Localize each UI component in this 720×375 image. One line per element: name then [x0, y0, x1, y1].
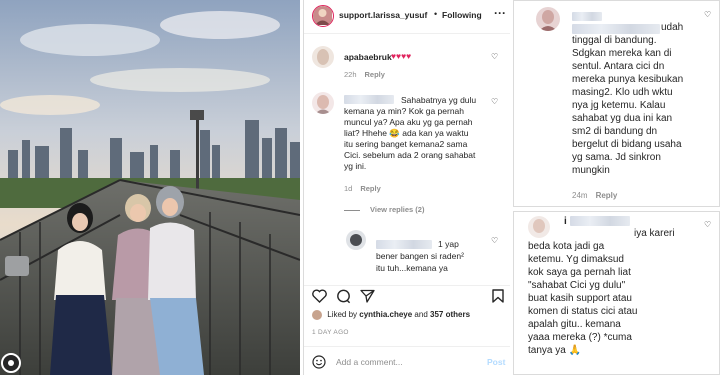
comment-text-line: Sdgkan mereka kan di	[572, 48, 672, 59]
commenter-username-initial[interactable]: i	[564, 215, 567, 228]
comment-text-line: masing2. Klo udh wktu	[572, 87, 673, 98]
comment-username[interactable]: apabaebruk	[344, 52, 392, 62]
comment-text-line: mungkin	[572, 165, 610, 176]
comment-text-line: nya jg ketemu. Kalau	[572, 100, 666, 111]
commenter-avatar[interactable]	[528, 216, 550, 238]
comment-panel: support.larissa_yusuf • Following ··· ap…	[303, 0, 510, 375]
liked-by-user[interactable]: cynthia.cheye	[359, 310, 412, 319]
comment-text-line: muncul ya? Apa aku yg ga pernah	[344, 117, 473, 127]
comment-bubble-icon[interactable]	[336, 289, 351, 306]
post-button[interactable]: Post	[487, 357, 505, 367]
comment-text-line: kemana ya min? Kok ga pernah	[344, 106, 465, 116]
paper-plane-icon[interactable]	[360, 289, 375, 305]
comment-text-line: itu sering banget kemana2 sama	[344, 139, 468, 149]
reply-button[interactable]: Reply	[365, 70, 385, 79]
comment-text-line: sentul. Antara cici dn	[572, 61, 665, 72]
following-button[interactable]: Following	[442, 10, 482, 20]
view-replies-divider	[344, 209, 360, 211]
commenter-avatar[interactable]	[536, 7, 560, 31]
comment-text-line: bergelut di bidang usaha	[572, 139, 682, 150]
post-date: 1 DAY AGO	[312, 329, 349, 336]
comment-text-line: Cici. sebelum ada 2 orang sahabat	[344, 150, 476, 160]
emoji-icon[interactable]	[312, 355, 326, 371]
comment-text-line: udah	[661, 22, 684, 33]
comment-text-line: tanya ya 🙏	[528, 345, 582, 356]
view-replies-label: View replies (2)	[370, 205, 425, 214]
comment-text-line: kok saya ga pernah liat	[528, 267, 631, 278]
heart-outline-icon[interactable]	[312, 289, 327, 305]
comment-text-line: buat kasih support atau	[528, 293, 632, 304]
comment-crop-bottom: i ♡ iya kareri beda kota jadi ga ketemu.…	[513, 211, 720, 375]
comment-text-line: yaaa mereka (?) *cuma	[528, 332, 632, 343]
comment-text-line: yg ini.	[344, 161, 367, 171]
comment-meta: 22h Reply	[344, 70, 385, 79]
comment-age: 24m	[572, 191, 588, 200]
bookmark-icon[interactable]	[492, 289, 504, 305]
comment-like-icon[interactable]: ♡	[491, 52, 498, 61]
comment-like-icon[interactable]: ♡	[491, 97, 498, 106]
comment-input[interactable]: Add a comment...	[336, 357, 403, 367]
commenter-avatar[interactable]	[312, 92, 334, 114]
comment-text: ♥♥♥♥	[391, 51, 412, 61]
comment-text-line: apalah gitu.. kemana	[528, 319, 621, 330]
reply-button[interactable]: Reply	[596, 191, 618, 200]
redacted-username	[572, 12, 602, 21]
comment-text-line: liat? Hhehe 😂 ada kan ya waktu	[344, 128, 469, 138]
profile-tag-icon[interactable]	[1, 353, 21, 373]
comment-like-icon[interactable]: ♡	[491, 236, 498, 245]
post-photo[interactable]	[0, 0, 300, 375]
liker-avatar	[312, 310, 322, 320]
header-separator: •	[434, 9, 438, 19]
redacted-text	[572, 24, 660, 34]
redacted-username	[344, 95, 394, 104]
liked-by-others[interactable]: 357 others	[430, 310, 470, 319]
comment-text-line: tinggal di bandung.	[572, 35, 657, 46]
reply-text-line: 1 yap	[438, 239, 459, 249]
comment-text-line: Sahabatnya yg dulu	[401, 95, 477, 105]
comment-text-line: ketemu. Yg dimaksud	[528, 254, 624, 265]
reply-text-line: bener bangen si raden²	[376, 251, 464, 261]
reply-avatar[interactable]	[346, 230, 366, 250]
comment-text-line: "sahabat Cici yg dulu"	[528, 280, 626, 291]
reply-text-line: itu tuh...kemana ya	[376, 263, 448, 273]
comment-text-line: mereka punya kesibukan	[572, 74, 684, 85]
comment-like-icon[interactable]: ♡	[704, 10, 711, 19]
post-header: support.larissa_yusuf • Following ···	[304, 0, 510, 34]
post-actions-bar	[304, 285, 510, 307]
commenter-avatar[interactable]	[312, 46, 334, 68]
liked-by-and: and	[414, 310, 428, 320]
author-username[interactable]: support.larissa_yusuf	[339, 10, 427, 20]
comment-text-line: komen di status cici atau	[528, 306, 638, 317]
redacted-username	[376, 240, 432, 249]
liked-by-prefix: Liked by	[327, 310, 358, 320]
comment-text-line: yg sama. Jd sinkron	[572, 152, 661, 163]
comment-text-line: iya kareri	[634, 228, 675, 239]
redacted-username	[570, 216, 630, 226]
likes-summary: Liked by cynthia.cheye and 357 others	[312, 310, 470, 320]
more-dots-icon[interactable]: ···	[494, 6, 506, 20]
author-avatar[interactable]	[312, 5, 334, 27]
comment-text-line: sahabat yg dua ini kan	[572, 113, 673, 124]
reply-button[interactable]: Reply	[360, 184, 380, 193]
comment-text-line: beda kota jadi ga	[528, 241, 605, 252]
comment-crop-top: ♡ udah tinggal di bandung. Sdgkan mereka…	[513, 0, 720, 207]
comment-age: 1d	[344, 184, 353, 193]
comment-text-line: sm2 di bandung dn	[572, 126, 658, 137]
add-comment-bar: Add a comment... Post	[304, 346, 510, 375]
comment-meta: 24m Reply	[572, 191, 617, 200]
post-photo-illustration	[0, 0, 300, 375]
comment-like-icon[interactable]: ♡	[704, 220, 711, 229]
view-replies-button[interactable]: View replies (2)	[344, 205, 424, 214]
comment-age: 22h	[344, 70, 357, 79]
comment-meta: 1d Reply	[344, 184, 381, 193]
